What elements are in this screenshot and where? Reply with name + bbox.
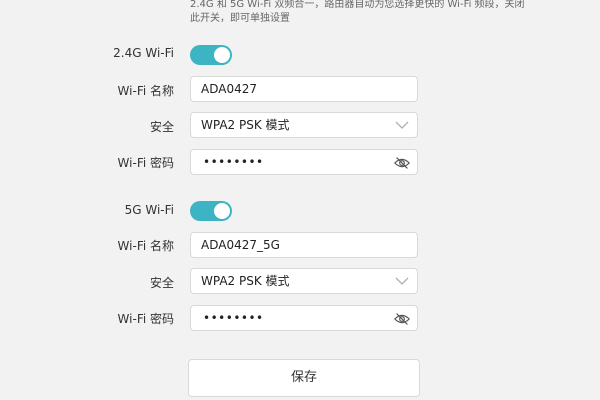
wifi-24g-security-select[interactable]: WPA2 PSK 模式 [190,112,418,138]
eye-hidden-icon[interactable] [393,310,411,328]
wifi-24g-name-value: ADA0427 [201,82,257,96]
wifi-24g-name-input[interactable]: ADA0427 [190,76,418,102]
wifi-5g-toggle-label: 5G Wi-Fi [124,203,174,217]
wifi-5g-security-value: WPA2 PSK 模式 [201,274,290,288]
wifi-24g-toggle[interactable] [190,45,232,65]
eye-hidden-icon[interactable] [393,154,411,172]
wifi-24g-security-label: 安全 [149,120,174,134]
wifi-5g-password-value: •••••••• [203,311,264,325]
wifi-24g-toggle-label: 2.4G Wi-Fi [113,46,174,60]
wifi-5g-security-select[interactable]: WPA2 PSK 模式 [190,268,418,294]
wifi-24g-password-label: Wi-Fi 密码 [117,156,174,170]
dual-band-description: 2.4G 和 5G Wi-Fi 双频合一，路由器自动为您选择更快的 Wi-Fi … [190,0,525,24]
wifi-24g-name-label: Wi-Fi 名称 [117,84,174,98]
wifi-5g-name-label: Wi-Fi 名称 [117,239,174,253]
toggle-knob [214,47,230,63]
chevron-down-icon [395,277,409,285]
wifi-5g-password-input[interactable]: •••••••• [190,305,418,331]
wifi-5g-name-input[interactable]: ADA0427_5G [190,232,418,258]
wifi-24g-security-value: WPA2 PSK 模式 [201,118,290,132]
toggle-knob [214,203,230,219]
chevron-down-icon [395,121,409,129]
wifi-5g-name-value: ADA0427_5G [201,238,280,252]
wifi-24g-password-value: •••••••• [203,155,264,169]
wifi-5g-toggle[interactable] [190,201,232,221]
wifi-5g-security-label: 安全 [149,276,174,290]
wifi-5g-password-label: Wi-Fi 密码 [117,312,174,326]
save-button[interactable]: 保存 [188,359,420,397]
wifi-24g-password-input[interactable]: •••••••• [190,149,418,175]
